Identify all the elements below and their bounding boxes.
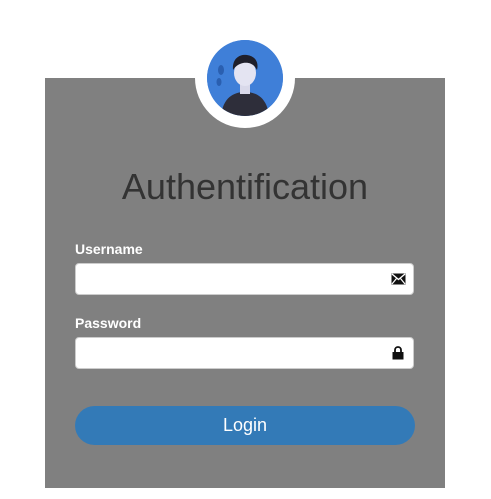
- page-title: Authentification: [121, 166, 369, 207]
- avatar-frame: [195, 28, 295, 128]
- user-avatar-icon: [207, 40, 283, 116]
- password-label: Password: [75, 315, 142, 331]
- login-button[interactable]: Login: [75, 406, 415, 445]
- login-card: Authentification Username Password Login: [45, 78, 445, 488]
- username-field[interactable]: [75, 263, 414, 295]
- password-input[interactable]: [76, 339, 383, 367]
- password-field[interactable]: [75, 337, 414, 369]
- avatar: [207, 40, 283, 116]
- username-label: Username: [75, 241, 143, 257]
- login-page: Authentification Username Password Login: [0, 0, 491, 499]
- username-input[interactable]: [76, 265, 383, 293]
- envelope-icon: [383, 264, 413, 294]
- lock-icon: [383, 338, 413, 368]
